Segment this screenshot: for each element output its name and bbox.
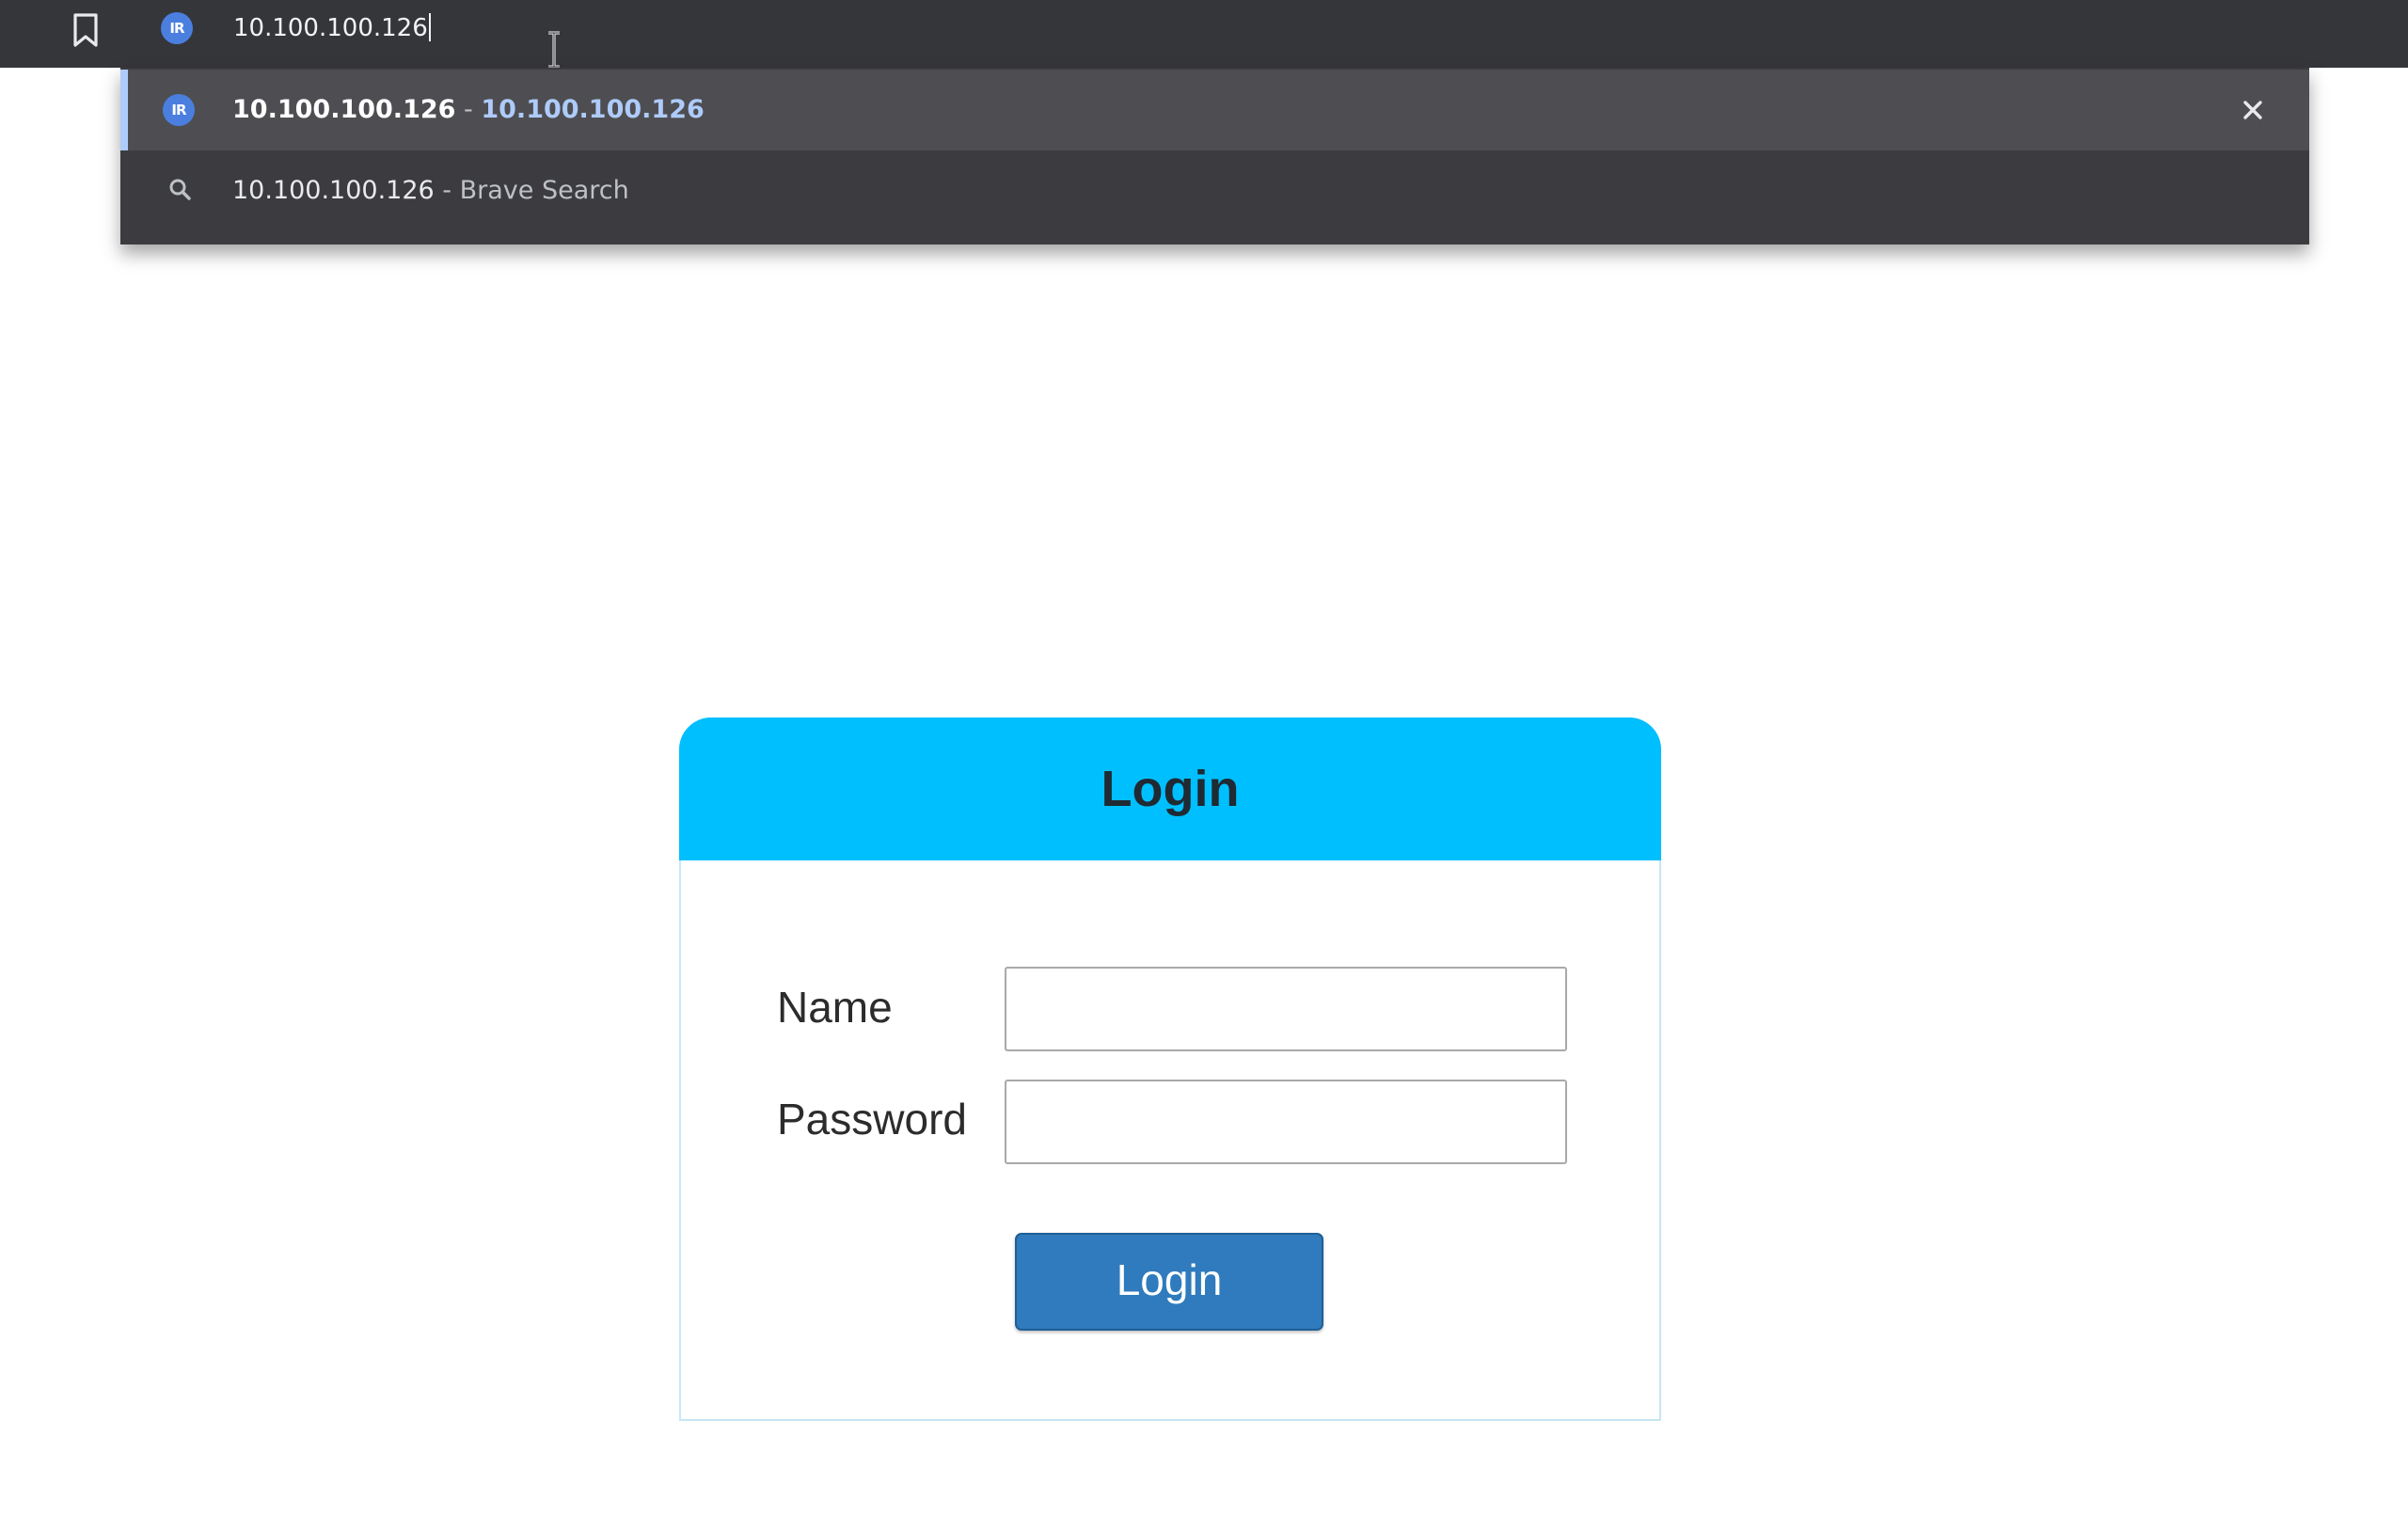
suggestion-url[interactable]: IR 10.100.100.126 - 10.100.100.126 xyxy=(120,70,2309,150)
text-caret xyxy=(428,13,431,41)
password-label: Password xyxy=(777,1095,967,1143)
browser-toolbar: IR 10.100.100.126 xyxy=(0,0,2408,69)
bookmark-icon[interactable] xyxy=(70,11,102,49)
login-card: Login Name Password Login xyxy=(679,718,1661,1421)
name-label: Name xyxy=(777,983,893,1032)
address-bar-value: 10.100.100.126 xyxy=(233,14,428,42)
suggestion-primary: 10.100.100.126 xyxy=(232,176,435,205)
address-bar[interactable]: 10.100.100.126 xyxy=(233,13,431,43)
suggestion-secondary: 10.100.100.126 xyxy=(481,95,705,124)
site-favicon-icon: IR xyxy=(161,12,193,44)
password-input[interactable] xyxy=(1005,1080,1567,1164)
login-header: Login xyxy=(679,718,1661,860)
login-button[interactable]: Login xyxy=(1015,1233,1323,1331)
name-input[interactable] xyxy=(1005,967,1567,1051)
suggestion-text: 10.100.100.126 - Brave Search xyxy=(232,150,629,231)
suggestion-text: 10.100.100.126 - 10.100.100.126 xyxy=(232,70,705,150)
suggestion-primary: 10.100.100.126 xyxy=(232,95,456,124)
suggestion-separator: - xyxy=(455,95,482,124)
search-icon xyxy=(169,179,191,200)
suggestion-search[interactable]: 10.100.100.126 - Brave Search xyxy=(120,150,2309,231)
suggestion-secondary: Brave Search xyxy=(459,176,629,205)
suggestion-separator: - xyxy=(434,176,460,205)
login-title: Login xyxy=(1101,761,1240,817)
omnibox-suggestions: IR 10.100.100.126 - 10.100.100.126 10.10… xyxy=(120,68,2309,244)
site-favicon-icon: IR xyxy=(163,94,195,126)
text-cursor-icon xyxy=(548,31,560,69)
remove-suggestion-close-icon[interactable] xyxy=(2236,93,2270,127)
